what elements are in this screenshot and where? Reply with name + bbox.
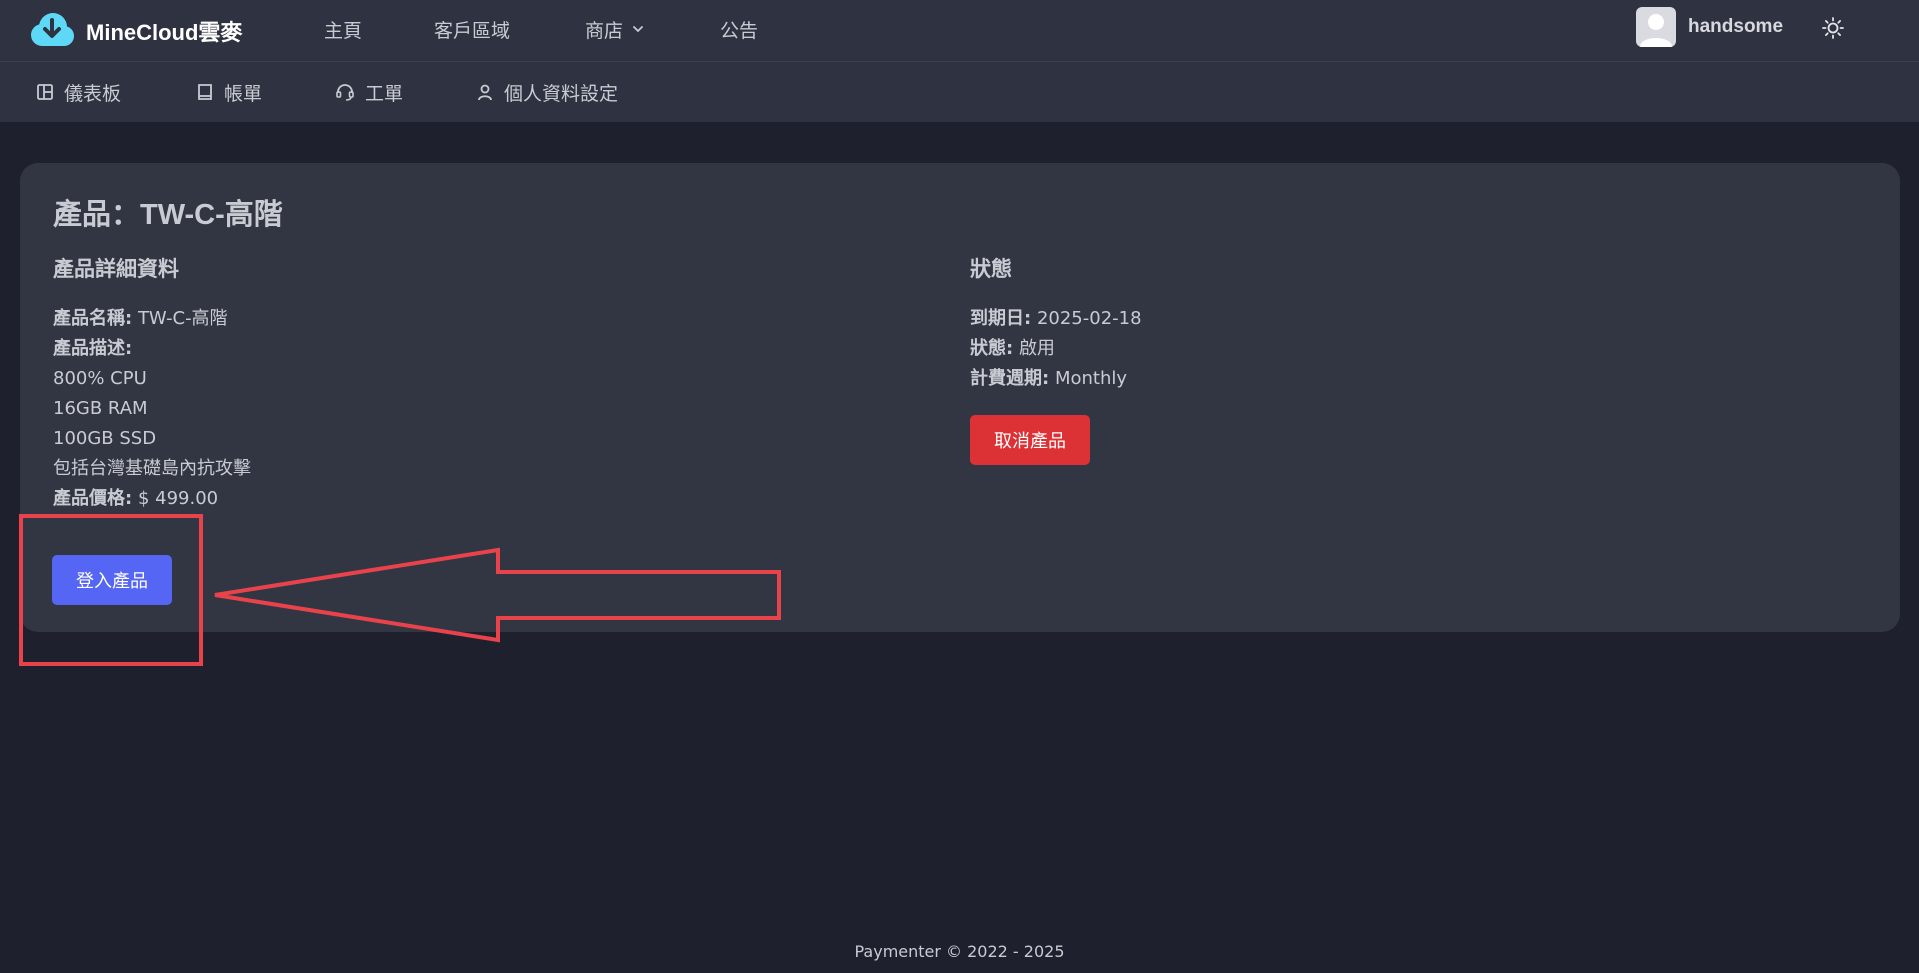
billing-cycle-label: 計費週期: — [970, 368, 1050, 389]
user-icon — [478, 84, 492, 101]
sub-navbar: 儀表板 帳單 工單 個人資料設定 — [0, 62, 1919, 122]
brand[interactable]: MineCloud雲麥 — [26, 8, 242, 54]
user-menu[interactable]: handsome — [1636, 6, 1783, 48]
nav-announcements-label: 公告 — [720, 19, 759, 42]
desc-line: 包括台灣基礎島內抗攻擊 — [53, 458, 251, 479]
product-name-label: 產品名稱: — [53, 308, 133, 329]
dashboard-icon — [37, 84, 53, 100]
product-card: 產品：TW-C-高階 產品詳細資料 產品名稱: TW-C-高階 產品描述: 80… — [20, 163, 1900, 632]
top-navbar: MineCloud雲麥 主頁 客戶區域 商店 公告 handsome — [0, 0, 1919, 62]
billing-cycle-row: 計費週期: Monthly — [970, 364, 1142, 394]
details-heading: 產品詳細資料 — [53, 258, 179, 281]
subnav-dashboard[interactable]: 儀表板 — [36, 78, 121, 106]
subnav-profile-label: 個人資料設定 — [504, 82, 619, 105]
product-price-label: 產品價格: — [53, 488, 133, 509]
nav-client-area[interactable]: 客戶區域 — [434, 14, 510, 44]
desc-line: 100GB SSD — [53, 428, 157, 449]
cancel-product-button[interactable]: 取消產品 — [970, 415, 1090, 465]
sun-icon[interactable] — [1821, 16, 1845, 40]
status-row: 狀態: 啟用 — [970, 334, 1142, 364]
due-date-label: 到期日: — [970, 308, 1032, 329]
nav-home[interactable]: 主頁 — [324, 14, 362, 44]
nav-shop-label: 商店 — [585, 19, 624, 42]
status-label: 狀態: — [970, 338, 1014, 359]
subnav-invoices[interactable]: 帳單 — [196, 78, 262, 106]
product-desc-row: 產品描述: — [53, 334, 251, 364]
product-name-value: TW-C-高階 — [137, 308, 228, 329]
cloud-download-icon — [31, 13, 74, 46]
desc-line: 800% CPU — [53, 368, 147, 389]
billing-cycle-value: Monthly — [1054, 368, 1128, 389]
status-details: 到期日: 2025-02-18 狀態: 啟用 計費週期: Monthly — [970, 304, 1142, 394]
due-date-value: 2025-02-18 — [1036, 308, 1142, 329]
subnav-dashboard-label: 儀表板 — [64, 82, 122, 105]
subnav-profile-settings[interactable]: 個人資料設定 — [476, 78, 618, 106]
status-heading: 狀態 — [970, 258, 1012, 281]
avatar-placeholder-icon — [1640, 14, 1672, 47]
due-date-row: 到期日: 2025-02-18 — [970, 304, 1142, 334]
headset-icon — [336, 84, 354, 101]
product-price-row: 產品價格: $ 499.00 — [53, 484, 251, 514]
status-value: 啟用 — [1018, 338, 1055, 359]
invoice-icon — [198, 84, 212, 100]
chevron-down-icon — [633, 26, 643, 32]
product-details: 產品名稱: TW-C-高階 產品描述: 800% CPU 16GB RAM 10… — [53, 304, 251, 514]
footer-text: Paymenter © 2022 - 2025 — [854, 942, 1065, 961]
product-name-row: 產品名稱: TW-C-高階 — [53, 304, 251, 334]
nav-announcements[interactable]: 公告 — [720, 14, 758, 44]
nav-home-label: 主頁 — [324, 19, 363, 42]
username: handsome — [1688, 16, 1784, 37]
login-product-button[interactable]: 登入產品 — [52, 555, 172, 605]
product-desc-label: 產品描述: — [53, 338, 133, 359]
nav-client-area-label: 客戶區域 — [434, 19, 511, 42]
desc-line: 16GB RAM — [53, 398, 148, 419]
brand-name: MineCloud雲麥 — [86, 20, 243, 45]
nav-shop-dropdown[interactable]: 商店 — [585, 14, 645, 44]
subnav-tickets-label: 工單 — [365, 82, 404, 105]
footer: Paymenter © 2022 - 2025 — [0, 942, 1919, 961]
product-price-value: $ 499.00 — [137, 488, 219, 509]
subnav-invoices-label: 帳單 — [224, 82, 263, 105]
subnav-tickets[interactable]: 工單 — [335, 78, 403, 106]
page-title: 產品：TW-C-高階 — [53, 199, 283, 231]
avatar — [1636, 7, 1676, 47]
